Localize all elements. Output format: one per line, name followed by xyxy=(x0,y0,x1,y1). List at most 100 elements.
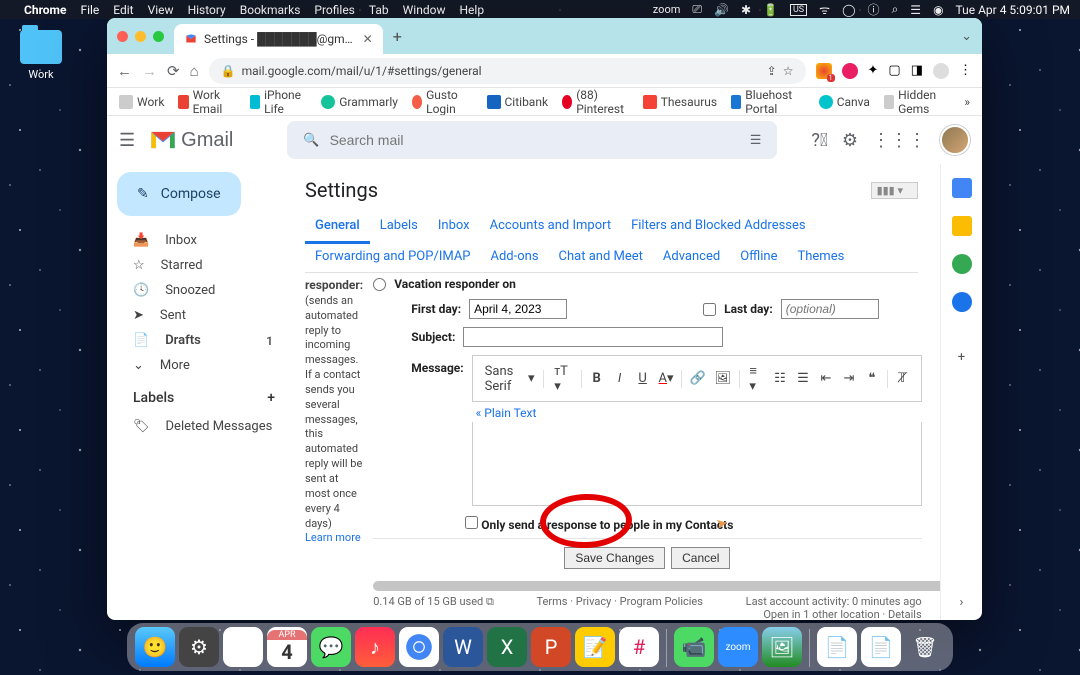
font-select[interactable]: Sans Serif ▾ xyxy=(481,362,539,396)
sidebar-item-more[interactable]: ⌄More xyxy=(113,353,293,378)
tab-chatmeet[interactable]: Chat and Meet xyxy=(549,243,653,272)
sidepanel-icon[interactable]: ◨ xyxy=(911,63,923,78)
external-link-icon[interactable]: ⧉ xyxy=(486,595,494,608)
dock-finder[interactable]: 🙂 xyxy=(135,627,175,667)
dock-messages[interactable]: 💬 xyxy=(311,627,351,667)
label-deleted[interactable]: 🏷Deleted Messages xyxy=(113,414,293,439)
bookmarks-more-icon[interactable]: » xyxy=(964,95,970,109)
bookmark-iphonelife[interactable]: iPhone Life xyxy=(250,88,307,116)
outdent-icon[interactable]: ⇤ xyxy=(816,368,836,389)
extensions-icon[interactable]: ✦ xyxy=(868,63,879,78)
underline-icon[interactable]: U xyxy=(633,368,653,389)
learn-more-link[interactable]: Learn more xyxy=(305,531,361,544)
app-name[interactable]: Chrome xyxy=(24,3,66,17)
indent-icon[interactable]: ⇥ xyxy=(839,368,859,389)
reload-button[interactable]: ⟳ xyxy=(167,62,180,80)
main-menu-icon[interactable]: ☰ xyxy=(119,130,135,151)
contacts-only-checkbox[interactable] xyxy=(465,516,478,529)
bullist-icon[interactable]: ☰ xyxy=(793,368,813,389)
sidebar-item-starred[interactable]: ☆Starred xyxy=(113,253,293,278)
window-minimize[interactable] xyxy=(135,31,146,42)
tab-labels[interactable]: Labels xyxy=(370,212,428,243)
tab-offline[interactable]: Offline xyxy=(730,243,787,272)
apps-grid-icon[interactable]: ⋮⋮⋮ xyxy=(872,130,926,151)
window-close[interactable] xyxy=(117,31,128,42)
tasks-icon[interactable] xyxy=(952,254,972,274)
home-button[interactable]: ⌂ xyxy=(190,62,199,80)
dock-chrome[interactable] xyxy=(399,627,439,667)
battery-icon[interactable]: 🔋 xyxy=(763,3,778,17)
sidebar-item-inbox[interactable]: 📥Inbox xyxy=(113,228,293,253)
link-icon[interactable]: 🔗 xyxy=(687,368,709,389)
dock-trash[interactable]: 🗑 xyxy=(905,627,945,667)
share-icon[interactable]: ⇪ xyxy=(767,64,777,78)
dock-calendar[interactable]: APR4 xyxy=(267,627,307,667)
dock-facetime[interactable]: 📹 xyxy=(674,627,714,667)
input-flag[interactable]: US xyxy=(790,4,807,16)
tab-general[interactable]: General xyxy=(305,212,370,244)
bookmark-gusto[interactable]: Gusto Login xyxy=(412,88,473,116)
bookmark-workemail[interactable]: Work Email xyxy=(178,88,236,116)
bookmark-pinterest[interactable]: (88) Pinterest xyxy=(562,88,629,116)
tab-forwarding[interactable]: Forwarding and POP/IMAP xyxy=(305,243,481,272)
dock-zoom[interactable]: zoom xyxy=(718,627,758,667)
volume-icon[interactable]: 🔊 xyxy=(714,3,729,17)
cast-icon[interactable]: ▢ xyxy=(888,63,900,78)
gmail-logo[interactable]: Gmail xyxy=(149,129,233,152)
dock-music[interactable]: ♪ xyxy=(355,627,395,667)
sidebar-item-sent[interactable]: ➤Sent xyxy=(113,303,293,328)
tab-advanced[interactable]: Advanced xyxy=(653,243,730,272)
menu-edit[interactable]: Edit xyxy=(113,3,133,17)
clearformat-icon[interactable]: 𝕋̸ xyxy=(893,368,913,389)
details-link[interactable]: Open in 1 other location · Details xyxy=(763,608,921,620)
star-icon[interactable]: ☆ xyxy=(783,64,794,78)
firstday-input[interactable] xyxy=(469,299,567,319)
screenshot-icon[interactable]: ⎚ xyxy=(692,2,702,17)
responder-on-radio[interactable] xyxy=(373,278,386,291)
tab-accounts[interactable]: Accounts and Import xyxy=(480,212,621,243)
calendar-icon[interactable] xyxy=(952,178,972,198)
lastday-checkbox[interactable] xyxy=(703,303,716,316)
window-zoom[interactable] xyxy=(153,31,164,42)
bookmark-citibank[interactable]: Citibank xyxy=(487,95,549,109)
dock-settings[interactable]: ⚙ xyxy=(179,627,219,667)
italic-icon[interactable]: I xyxy=(610,368,630,389)
account-avatar[interactable] xyxy=(940,125,970,155)
quote-icon[interactable]: ❝ xyxy=(862,368,882,389)
bookmark-grammarly[interactable]: Grammarly xyxy=(321,95,398,109)
cancel-button[interactable]: Cancel xyxy=(671,547,730,569)
horizontal-scrollbar[interactable] xyxy=(373,581,921,591)
user-icon[interactable]: ◯ xyxy=(842,3,855,17)
clock[interactable]: Tue Apr 4 5:09:01 PM xyxy=(956,3,1070,17)
bookmark-canva[interactable]: Canva xyxy=(819,95,870,109)
bookmark-bluehost[interactable]: Bluehost Portal xyxy=(731,88,805,116)
footer-links[interactable]: Terms · Privacy · Program Policies xyxy=(537,595,703,620)
align-icon[interactable]: ≡ ▾ xyxy=(744,360,767,397)
menu-window[interactable]: Window xyxy=(403,3,446,17)
dock-doc1[interactable]: 📄 xyxy=(817,627,857,667)
siri-icon[interactable]: ◉ xyxy=(933,3,943,17)
wifi-icon[interactable]: ᯤ xyxy=(819,1,830,18)
lastday-input[interactable] xyxy=(781,299,879,319)
dock-notes[interactable]: 📝 xyxy=(575,627,615,667)
dock-word[interactable]: W xyxy=(443,627,483,667)
fontsize-icon[interactable]: ᴛT ▾ xyxy=(549,360,576,397)
menu-bookmarks[interactable]: Bookmarks xyxy=(240,3,301,17)
tabs-dropdown-icon[interactable]: ⌄ xyxy=(961,29,972,44)
dock-slack[interactable]: # xyxy=(619,627,659,667)
settings-gear-icon[interactable]: ⚙ xyxy=(842,130,858,151)
search-options-icon[interactable]: ☰ xyxy=(750,133,762,148)
search-input[interactable] xyxy=(330,132,740,148)
menu-file[interactable]: File xyxy=(80,3,99,17)
add-on-plus-icon[interactable]: + xyxy=(958,350,965,365)
spotlight-icon[interactable]: ⌕ xyxy=(892,2,899,17)
bluetooth-icon[interactable]: ✱ xyxy=(741,3,751,17)
contacts-icon[interactable] xyxy=(952,292,972,312)
bookmark-work[interactable]: Work xyxy=(119,95,164,109)
bookmark-hiddengems[interactable]: Hidden Gems xyxy=(884,88,950,116)
language-select[interactable]: ▮▮▮ ▾ xyxy=(871,182,918,199)
sidebar-item-snoozed[interactable]: 🕓Snoozed xyxy=(113,278,293,303)
hide-panel-icon[interactable]: › xyxy=(960,595,964,610)
menu-help[interactable]: Help xyxy=(459,3,484,17)
zoom-menuicon[interactable]: zoom xyxy=(653,3,681,16)
